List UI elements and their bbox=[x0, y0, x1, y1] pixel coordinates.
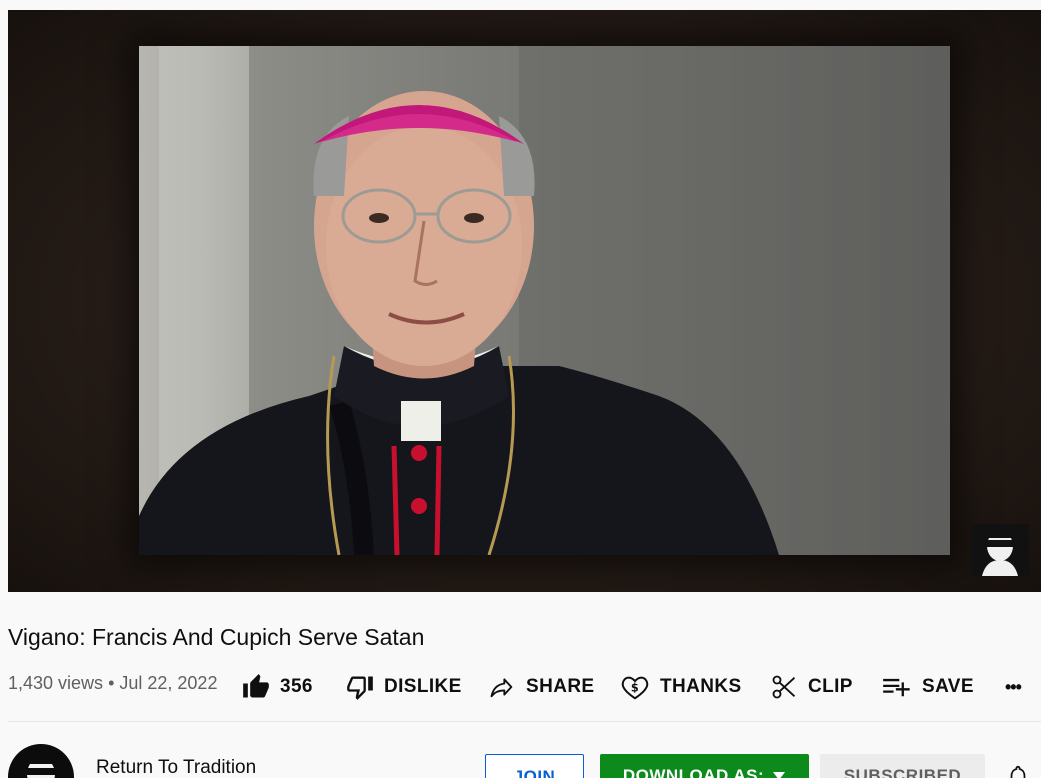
thumbs-down-icon bbox=[347, 676, 373, 700]
share-arrow-icon bbox=[490, 678, 513, 698]
more-actions-button[interactable]: ••• bbox=[1005, 670, 1022, 704]
share-label: SHARE bbox=[526, 676, 595, 697]
channel-name[interactable]: Return To Tradition bbox=[96, 757, 256, 778]
youtube-watch-page: Vigano: Francis And Cupich Serve Satan 1… bbox=[0, 0, 1041, 778]
thumbs-up-filled-icon bbox=[243, 674, 269, 698]
bell-icon[interactable] bbox=[1005, 764, 1031, 778]
save-label: SAVE bbox=[922, 676, 974, 697]
upload-date: Jul 22, 2022 bbox=[119, 673, 218, 693]
meta-separator: • bbox=[108, 673, 115, 693]
like-count: 356 bbox=[280, 676, 313, 697]
download-label: DOWNLOAD AS: bbox=[622, 766, 765, 778]
section-divider bbox=[8, 721, 1041, 722]
subscribed-button[interactable]: SUBSCRIBED bbox=[820, 754, 985, 778]
clip-button[interactable]: CLIP bbox=[770, 670, 853, 704]
download-as-button[interactable]: DOWNLOAD AS: bbox=[600, 754, 809, 778]
save-button[interactable]: SAVE bbox=[882, 670, 974, 704]
svg-text:$: $ bbox=[631, 681, 639, 694]
dislike-button[interactable]: DISLIKE bbox=[346, 670, 462, 704]
view-count: 1,430 views bbox=[8, 673, 104, 693]
heart-dollar-icon: $ bbox=[621, 676, 649, 700]
share-button[interactable]: SHARE bbox=[488, 670, 595, 704]
video-frame-image bbox=[139, 46, 950, 555]
playlist-add-icon bbox=[883, 678, 910, 697]
clip-label: CLIP bbox=[808, 676, 853, 697]
subscribed-label: SUBSCRIBED bbox=[843, 766, 962, 778]
video-title: Vigano: Francis And Cupich Serve Satan bbox=[8, 624, 425, 650]
like-button[interactable]: 356 bbox=[242, 670, 313, 704]
channel-avatar[interactable] bbox=[8, 744, 74, 778]
thanks-button[interactable]: $ THANKS bbox=[620, 670, 742, 704]
video-player[interactable] bbox=[8, 10, 1041, 592]
caret-down-icon bbox=[773, 772, 786, 778]
dislike-label: DISLIKE bbox=[384, 676, 462, 697]
thanks-label: THANKS bbox=[660, 676, 742, 697]
more-horizontal-icon: ••• bbox=[1005, 676, 1022, 697]
scissors-icon bbox=[772, 675, 796, 699]
join-button[interactable]: JOIN bbox=[485, 754, 584, 778]
join-label: JOIN bbox=[513, 767, 556, 778]
video-meta: 1,430 views • Jul 22, 2022 bbox=[8, 673, 217, 694]
channel-watermark-icon[interactable] bbox=[972, 524, 1029, 576]
